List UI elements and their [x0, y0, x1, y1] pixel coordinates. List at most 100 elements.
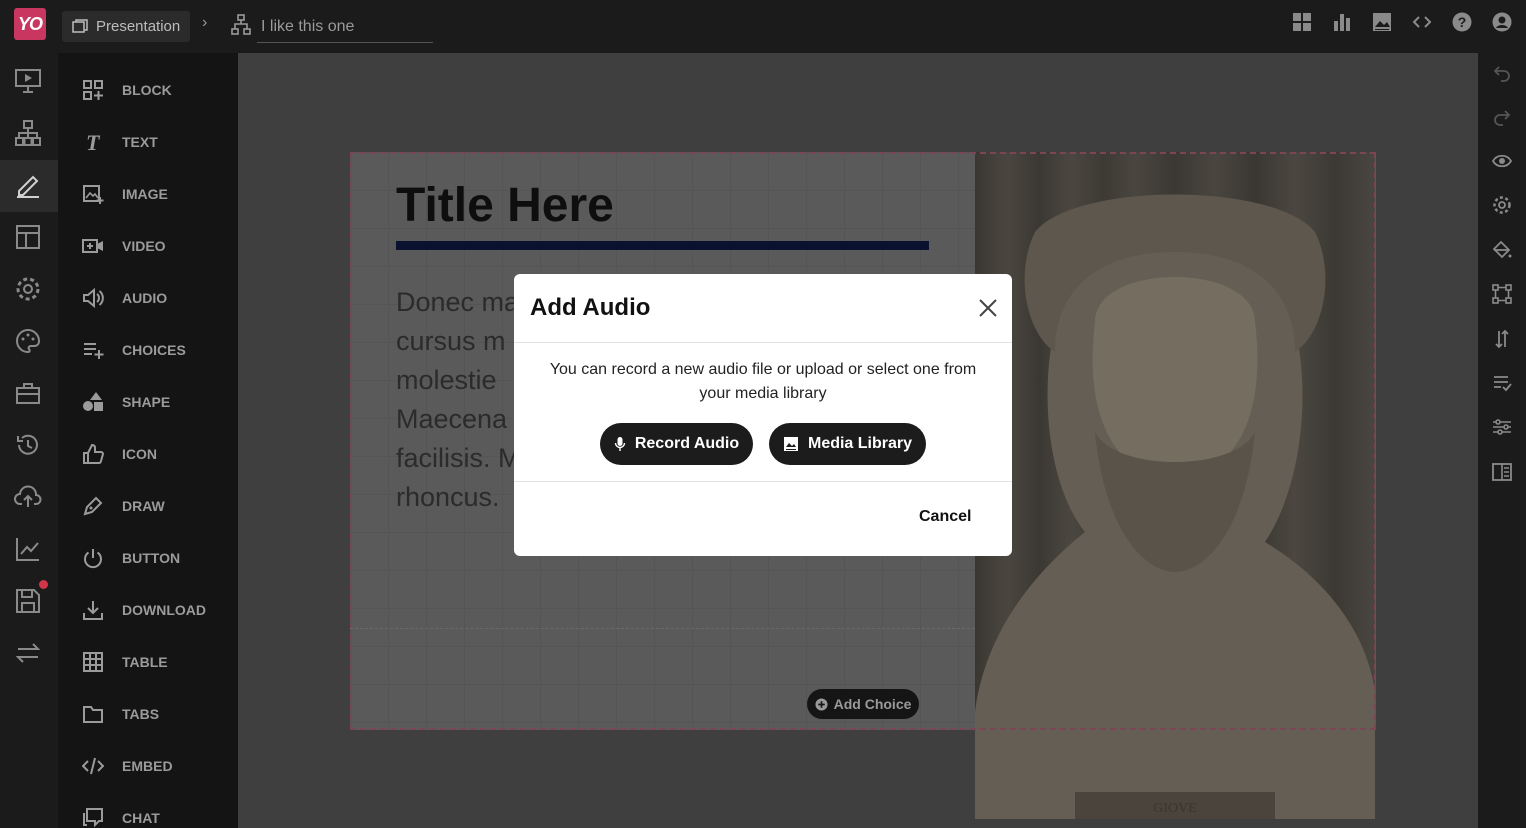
- embed-icon: [82, 757, 104, 775]
- close-icon[interactable]: [976, 296, 1000, 320]
- image-icon: [783, 437, 798, 451]
- panel-item-label: DOWNLOAD: [122, 602, 206, 618]
- thumbs-up-icon: [83, 443, 104, 464]
- svg-text:T: T: [86, 131, 101, 153]
- edit-icon[interactable]: [14, 171, 42, 199]
- palette-icon[interactable]: [14, 327, 42, 355]
- record-audio-label: Record Audio: [634, 435, 740, 452]
- title-underline: [396, 241, 929, 250]
- block-panel: BLOCK T TEXT IMAGE VIDEO AUDIO CHOICES S…: [58, 53, 238, 828]
- folder-icon: [83, 706, 103, 723]
- panel-item-embed[interactable]: EMBED: [82, 751, 173, 781]
- slide-guide-line: [350, 628, 975, 629]
- presentation-label: Presentation: [96, 18, 181, 35]
- redo-icon[interactable]: [1492, 107, 1512, 127]
- panel-item-image[interactable]: IMAGE: [82, 179, 168, 209]
- present-icon[interactable]: [14, 67, 42, 95]
- list-check-icon[interactable]: [1492, 373, 1512, 393]
- cancel-button[interactable]: Cancel: [919, 508, 971, 526]
- image-icon[interactable]: [1372, 12, 1392, 32]
- bar-chart-icon[interactable]: [1332, 12, 1352, 32]
- presentation-button[interactable]: Presentation: [62, 11, 191, 42]
- panel-item-label: CHOICES: [122, 342, 186, 358]
- account-icon[interactable]: [1492, 12, 1512, 32]
- microphone-icon: [614, 437, 626, 451]
- analytics-icon[interactable]: [14, 535, 42, 563]
- panel-item-download[interactable]: DOWNLOAD: [82, 595, 206, 625]
- columns-icon[interactable]: [1492, 462, 1512, 482]
- toolbox-icon[interactable]: [14, 379, 42, 407]
- left-rail: [0, 53, 58, 828]
- settings-icon[interactable]: [14, 275, 42, 303]
- speaker-icon: [83, 287, 104, 309]
- chevron-right-icon: ›: [202, 14, 208, 31]
- settings-icon[interactable]: [1492, 195, 1512, 215]
- panel-item-choices[interactable]: CHOICES: [82, 335, 186, 365]
- image-add-icon: [83, 185, 104, 204]
- presentation-icon: [72, 18, 88, 33]
- panel-item-label: TABLE: [122, 654, 168, 670]
- panel-item-draw[interactable]: DRAW: [82, 491, 165, 521]
- transform-icon[interactable]: [1492, 284, 1512, 304]
- presentation-title-input[interactable]: [257, 12, 433, 43]
- add-choice-button[interactable]: Add Choice: [807, 689, 919, 719]
- svg-text:?: ?: [1458, 14, 1467, 30]
- panel-item-shape[interactable]: SHAPE: [82, 387, 170, 417]
- panel-item-audio[interactable]: AUDIO: [82, 283, 167, 313]
- panel-item-chat[interactable]: CHAT: [82, 803, 160, 828]
- panel-item-text[interactable]: T TEXT: [82, 127, 158, 157]
- unsaved-dot: [39, 580, 48, 589]
- panel-item-video[interactable]: VIDEO: [82, 231, 166, 261]
- dialog-body: You can record a new audio file or uploa…: [514, 343, 1012, 482]
- video-add-icon: [82, 239, 103, 253]
- table-icon: [83, 652, 103, 672]
- eye-icon[interactable]: [1492, 151, 1512, 171]
- panel-item-label: BLOCK: [122, 82, 172, 98]
- shape-icon: [83, 392, 103, 411]
- help-icon[interactable]: ?: [1452, 12, 1472, 32]
- media-library-button[interactable]: Media Library: [769, 423, 926, 465]
- sitemap-icon[interactable]: [14, 119, 42, 147]
- statue-inscription: GIOVE: [1153, 801, 1197, 816]
- sliders-icon[interactable]: [1492, 417, 1512, 437]
- text-icon: T: [86, 131, 101, 153]
- panel-item-label: CHAT: [122, 810, 160, 826]
- add-audio-dialog: Add Audio You can record a new audio fil…: [514, 274, 1012, 556]
- panel-item-tabs[interactable]: TABS: [82, 699, 159, 729]
- panel-item-button[interactable]: BUTTON: [82, 543, 180, 573]
- swap-icon[interactable]: [14, 639, 42, 667]
- app-root: YO Presentation › ?: [0, 0, 1526, 828]
- panel-item-table[interactable]: TABLE: [82, 647, 168, 677]
- panel-item-label: DRAW: [122, 498, 165, 514]
- paint-bucket-icon[interactable]: [1492, 240, 1512, 260]
- panel-item-label: TABS: [122, 706, 160, 722]
- undo-icon[interactable]: [1492, 63, 1512, 83]
- app-logo[interactable]: YO: [14, 8, 46, 40]
- save-icon[interactable]: [14, 587, 42, 615]
- plus-circle-icon: [815, 697, 828, 711]
- upload-icon[interactable]: [14, 483, 42, 511]
- panel-item-block[interactable]: BLOCK: [82, 75, 172, 105]
- dialog-header: Add Audio: [514, 274, 1012, 343]
- download-icon: [83, 601, 103, 620]
- panel-item-label: AUDIO: [122, 290, 168, 306]
- history-icon[interactable]: [14, 431, 42, 459]
- slide-title[interactable]: Title Here: [396, 178, 614, 233]
- panel-item-label: EMBED: [122, 758, 173, 774]
- panel-item-icon[interactable]: ICON: [82, 439, 157, 469]
- code-icon[interactable]: [1412, 12, 1432, 32]
- top-right-toolbar: ?: [1292, 12, 1512, 32]
- block-add-icon: [83, 80, 103, 100]
- record-audio-button[interactable]: Record Audio: [600, 423, 753, 465]
- layout-icon[interactable]: [14, 223, 42, 251]
- chat-icon: [83, 808, 103, 828]
- panel-item-label: TEXT: [122, 134, 158, 150]
- panel-item-label: BUTTON: [122, 550, 181, 566]
- panel-item-label: IMAGE: [122, 186, 168, 202]
- power-icon: [84, 549, 102, 569]
- panel-item-label: SHAPE: [122, 394, 171, 410]
- media-library-label: Media Library: [807, 435, 913, 452]
- sort-icon[interactable]: [1492, 329, 1512, 349]
- add-choice-label: Add Choice: [833, 696, 912, 712]
- grid-icon[interactable]: [1292, 12, 1312, 32]
